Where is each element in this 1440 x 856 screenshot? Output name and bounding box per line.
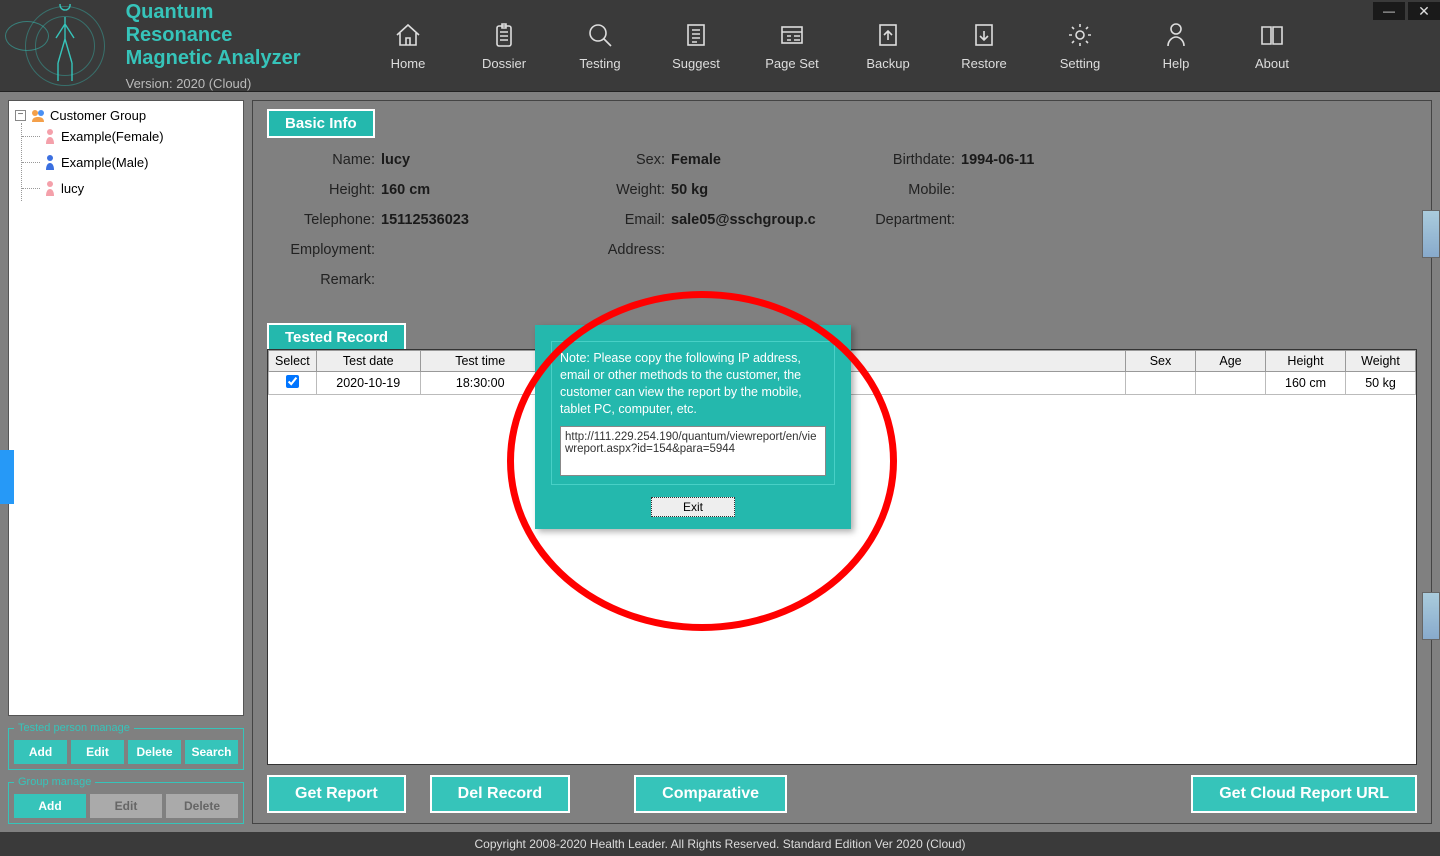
- person-delete-button[interactable]: Delete: [128, 740, 181, 764]
- nav-help[interactable]: Help: [1138, 20, 1214, 71]
- group-add-button[interactable]: Add: [14, 794, 86, 818]
- testing-icon: [585, 20, 615, 50]
- basic-info-tab: Basic Info: [267, 109, 375, 138]
- nav-pageset[interactable]: Page Set: [754, 20, 830, 71]
- nav-home[interactable]: Home: [370, 20, 446, 71]
- dialog-note: Note: Please copy the following IP addre…: [560, 350, 826, 418]
- person-icon: [44, 180, 56, 196]
- nav-restore[interactable]: Restore: [946, 20, 1022, 71]
- tree-item-example-male[interactable]: Example(Male): [22, 149, 237, 175]
- sidebar: − Customer Group Example(Female) Example…: [0, 92, 252, 832]
- comparative-button[interactable]: Comparative: [634, 775, 787, 813]
- email-value: sale05@sschgroup.c: [671, 212, 816, 228]
- footer: Copyright 2008-2020 Health Leader. All R…: [0, 832, 1440, 856]
- minimize-button[interactable]: —: [1373, 2, 1405, 20]
- group-delete-button: Delete: [166, 794, 238, 818]
- nav-backup[interactable]: Backup: [850, 20, 926, 71]
- person-icon: [44, 128, 56, 144]
- app-version: Version: 2020 (Cloud): [126, 76, 310, 91]
- restore-icon: [969, 20, 999, 50]
- group-edit-button: Edit: [90, 794, 162, 818]
- person-edit-button[interactable]: Edit: [71, 740, 124, 764]
- nav-dossier[interactable]: Dossier: [466, 20, 542, 71]
- nav-setting[interactable]: Setting: [1042, 20, 1118, 71]
- cloud-url-dialog: Note: Please copy the following IP addre…: [535, 325, 851, 529]
- dialog-url-text[interactable]: http://111.229.254.190/quantum/viewrepor…: [560, 426, 826, 476]
- sex-value: Female: [671, 152, 721, 168]
- dossier-icon: [489, 20, 519, 50]
- name-value: lucy: [381, 152, 410, 168]
- tree-item-lucy[interactable]: lucy: [22, 175, 237, 201]
- tested-record-tab: Tested Record: [267, 323, 406, 352]
- group-icon: [30, 107, 46, 123]
- content: Basic Info Name:lucy Sex:Female Birthdat…: [252, 100, 1432, 824]
- get-report-button[interactable]: Get Report: [267, 775, 406, 813]
- basic-info: Name:lucy Sex:Female Birthdate:1994-06-1…: [271, 145, 1421, 295]
- birthdate-value: 1994-06-11: [961, 152, 1034, 168]
- person-search-button[interactable]: Search: [185, 740, 238, 764]
- app-title-1: Quantum Resonance: [126, 1, 310, 47]
- tree-root-label[interactable]: Customer Group: [50, 108, 146, 123]
- tree-collapse-icon[interactable]: −: [15, 110, 26, 121]
- tree-item-example-female[interactable]: Example(Female): [22, 123, 237, 149]
- group-manage: Group manage Add Edit Delete: [8, 776, 244, 824]
- weight-value: 50 kg: [671, 182, 708, 198]
- customer-tree: − Customer Group Example(Female) Example…: [8, 100, 244, 716]
- close-button[interactable]: ✕: [1408, 2, 1440, 20]
- side-handle[interactable]: [0, 450, 14, 504]
- app-title-2: Magnetic Analyzer: [126, 47, 310, 70]
- home-icon: [393, 20, 423, 50]
- pageset-icon: [777, 20, 807, 50]
- height-value: 160 cm: [381, 182, 430, 198]
- telephone-value: 15112536023: [381, 212, 469, 228]
- nav-testing[interactable]: Testing: [562, 20, 638, 71]
- suggest-icon: [681, 20, 711, 50]
- nav: Home Dossier Testing Suggest Page Set Ba…: [370, 20, 1310, 71]
- person-icon: [44, 154, 56, 170]
- person-add-button[interactable]: Add: [14, 740, 67, 764]
- backup-icon: [873, 20, 903, 50]
- logo-figure: [5, 1, 116, 91]
- person-manage: Tested person manage Add Edit Delete Sea…: [8, 722, 244, 770]
- right-thumb-1[interactable]: [1422, 210, 1440, 258]
- right-thumb-2[interactable]: [1422, 592, 1440, 640]
- about-icon: [1257, 20, 1287, 50]
- nav-about[interactable]: About: [1234, 20, 1310, 71]
- row-select-checkbox[interactable]: [286, 375, 299, 388]
- dialog-exit-button[interactable]: Exit: [651, 497, 735, 517]
- gear-icon: [1065, 20, 1095, 50]
- help-icon: [1161, 20, 1191, 50]
- nav-suggest[interactable]: Suggest: [658, 20, 734, 71]
- cloud-report-url-button[interactable]: Get Cloud Report URL: [1191, 775, 1417, 813]
- del-record-button[interactable]: Del Record: [430, 775, 570, 813]
- header: Quantum Resonance Magnetic Analyzer Vers…: [0, 0, 1440, 92]
